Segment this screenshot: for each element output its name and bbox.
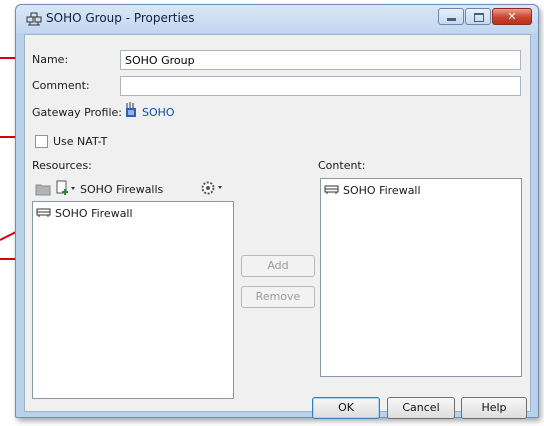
remove-button[interactable]: Remove xyxy=(241,286,315,308)
gateway-profile-link[interactable]: SOHO xyxy=(142,106,175,119)
group-icon xyxy=(26,12,42,29)
help-button[interactable]: Help xyxy=(461,397,527,419)
resources-label: Resources: xyxy=(32,159,92,172)
firewall-icon xyxy=(36,206,51,221)
minimize-button[interactable] xyxy=(438,8,464,25)
add-button[interactable]: Add xyxy=(241,255,315,277)
settings-gear-icon[interactable] xyxy=(200,180,226,199)
list-item[interactable]: SOHO Firewall xyxy=(324,183,421,198)
comment-label: Comment: xyxy=(32,79,90,92)
use-nat-t-label: Use NAT-T xyxy=(53,135,108,148)
content-label: Content: xyxy=(318,159,366,172)
firewall-icon xyxy=(324,183,339,198)
gateway-profile-icon xyxy=(123,102,139,121)
folder-icon[interactable] xyxy=(35,182,51,199)
gateway-profile-label: Gateway Profile: xyxy=(32,106,122,119)
content-list[interactable]: SOHO Firewall xyxy=(320,178,522,377)
use-nat-t-checkbox[interactable] xyxy=(35,135,48,148)
list-item[interactable]: SOHO Firewall xyxy=(36,206,133,221)
list-item-label: SOHO Firewall xyxy=(55,207,133,220)
maximize-button[interactable] xyxy=(465,8,491,25)
window-title: SOHO Group - Properties xyxy=(46,11,195,25)
name-label: Name: xyxy=(32,53,69,66)
resources-list[interactable]: SOHO Firewall xyxy=(32,201,234,399)
properties-dialog: SOHO Group - Properties Name: Comment: G… xyxy=(15,4,539,419)
resource-filter-dropdown[interactable]: SOHO Firewalls xyxy=(80,183,163,196)
dialog-body: Name: Comment: Gateway Profile: SOHO Use… xyxy=(24,34,531,419)
title-bar[interactable]: SOHO Group - Properties xyxy=(16,5,538,33)
comment-field[interactable] xyxy=(120,76,521,96)
close-button[interactable] xyxy=(492,8,532,25)
ok-button[interactable]: OK xyxy=(312,397,380,419)
window-controls xyxy=(437,8,532,25)
cancel-button[interactable]: Cancel xyxy=(387,397,455,419)
add-object-icon[interactable] xyxy=(55,180,77,199)
list-item-label: SOHO Firewall xyxy=(343,184,421,197)
name-field[interactable] xyxy=(120,50,521,70)
